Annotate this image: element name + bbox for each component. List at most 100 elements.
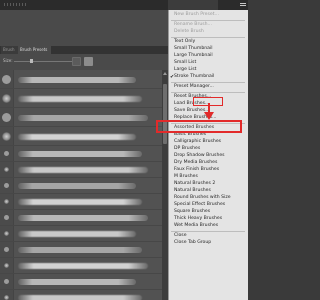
menu-item[interactable]: DP Brushes: [174, 146, 200, 152]
brush-tip-icon: [4, 167, 9, 172]
brush-preset-row[interactable]: [0, 162, 162, 178]
size-slider-thumb[interactable]: [30, 59, 33, 63]
menu-item[interactable]: Stroke Thumbnail: [174, 74, 214, 80]
load-brushes-highlight: [156, 120, 242, 133]
menu-item[interactable]: Natural Brushes: [174, 188, 211, 194]
menu-item[interactable]: Calligraphic Brushes: [174, 139, 221, 145]
brush-tip-icon: [2, 74, 11, 84]
menu-item[interactable]: Special Effect Brushes: [174, 202, 225, 208]
brush-preset-row[interactable]: [0, 210, 162, 226]
menu-separator: [171, 92, 245, 93]
brush-tip-thumbnail: [0, 146, 14, 161]
brush-stroke-preview: [18, 95, 142, 102]
menu-item[interactable]: Square Brushes: [174, 209, 210, 215]
tab-brush-presets[interactable]: Brush Presets: [18, 46, 51, 54]
menu-item[interactable]: Large List: [174, 67, 196, 73]
menu-separator: [171, 231, 245, 232]
menu-item[interactable]: Small List: [174, 60, 196, 66]
panel-title-bar[interactable]: [0, 0, 168, 10]
brush-preset-row[interactable]: [0, 70, 162, 89]
brush-stroke-preview: [18, 199, 142, 205]
brush-tip-thumbnail: [0, 258, 14, 273]
panel-tabs: Brush Brush Presets: [0, 46, 168, 54]
size-controls: Size:: [0, 54, 168, 70]
brush-tip-thumbnail: [0, 290, 14, 300]
brush-preset-row[interactable]: [0, 178, 162, 194]
menu-item[interactable]: Text Only: [174, 39, 195, 45]
brush-preset-row[interactable]: [0, 242, 162, 258]
new-brush-icon[interactable]: [72, 57, 81, 66]
brush-tip-icon: [4, 279, 9, 284]
brush-stroke-preview: [18, 263, 148, 269]
scroll-up-arrow-icon[interactable]: [163, 72, 167, 75]
brush-preset-row[interactable]: [0, 274, 162, 290]
brush-stroke-preview: [18, 76, 136, 83]
brush-stroke-preview: [18, 183, 136, 189]
brush-preset-row[interactable]: [0, 127, 162, 146]
brush-stroke-preview: [18, 167, 148, 173]
brush-tip-icon: [4, 247, 9, 252]
menu-item[interactable]: Natural Brushes 2: [174, 181, 215, 187]
brush-preset-row[interactable]: [0, 194, 162, 210]
brush-presets-panel: Brush Brush Presets Size:: [0, 0, 168, 300]
menu-item[interactable]: Dry Media Brushes: [174, 160, 217, 166]
brush-tip-icon: [4, 231, 9, 236]
menu-item[interactable]: M Brushes: [174, 174, 198, 180]
size-label: Size:: [3, 58, 13, 63]
brush-tip-icon: [2, 131, 11, 141]
size-slider[interactable]: [14, 61, 78, 62]
brush-preset-row[interactable]: [0, 146, 162, 162]
brush-stroke-preview: [18, 215, 148, 221]
arrow-down-icon: [204, 103, 214, 120]
folder-icon[interactable]: [84, 57, 93, 66]
brush-tip-icon: [4, 183, 9, 188]
panel-header-icons: [218, 0, 248, 10]
menu-item[interactable]: Faux Finish Brushes: [174, 167, 219, 173]
brush-stroke-preview: [18, 231, 136, 237]
scrollbar-thumb[interactable]: [163, 84, 167, 144]
brush-tip-thumbnail: [0, 226, 14, 241]
menu-item: Rename Brush...: [174, 22, 212, 27]
menu-item[interactable]: Close Tab Group: [174, 240, 211, 246]
menu-item[interactable]: Round Brushes with Size: [174, 195, 231, 201]
brush-tip-thumbnail: [0, 70, 14, 88]
menu-item[interactable]: Small Thumbnail: [174, 46, 213, 52]
brush-tip-thumbnail: [0, 127, 14, 145]
brush-tip-thumbnail: [0, 89, 14, 107]
brush-stroke-preview: [18, 133, 136, 140]
menu-item: Delete Brush: [174, 29, 204, 34]
brush-tip-thumbnail: [0, 274, 14, 289]
brush-stroke-preview: [18, 151, 142, 157]
brush-stroke-preview: [18, 279, 136, 285]
brush-preset-row[interactable]: [0, 108, 162, 127]
tab-brush[interactable]: Brush: [1, 46, 18, 54]
brush-preset-row[interactable]: [0, 89, 162, 108]
brush-tip-thumbnail: [0, 162, 14, 177]
brush-preset-row[interactable]: [0, 226, 162, 242]
brush-tip-thumbnail: [0, 108, 14, 126]
menu-item[interactable]: Large Thumbnail: [174, 53, 213, 59]
menu-item[interactable]: Wet Media Brushes: [174, 223, 218, 229]
brush-tip-thumbnail: [0, 194, 14, 209]
menu-separator: [171, 20, 245, 21]
brush-tip-thumbnail: [0, 178, 14, 193]
brush-stroke-preview: [18, 114, 148, 121]
brush-tip-icon: [4, 263, 9, 268]
menu-item: New Brush Preset...: [174, 12, 219, 17]
menu-item[interactable]: Thick Heavy Brushes: [174, 216, 222, 222]
menu-item[interactable]: Drop Shadow Brushes: [174, 153, 225, 159]
menu-separator: [171, 82, 245, 83]
brush-stroke-preview: [18, 295, 142, 300]
brush-tip-icon: [4, 215, 9, 220]
brush-preset-list[interactable]: [0, 70, 162, 300]
brush-preset-row[interactable]: [0, 290, 162, 300]
brush-preset-row[interactable]: [0, 258, 162, 274]
brush-panel-flyout-menu: New Brush Preset... Rename Brush... Delete…: [168, 10, 248, 300]
gripper-icon[interactable]: [4, 3, 28, 6]
menu-item[interactable]: Close: [174, 233, 187, 239]
panel-menu-icon[interactable]: [240, 3, 246, 4]
menu-item[interactable]: Preset Manager...: [174, 84, 214, 90]
photoshop-workspace: Brush Brush Presets Size: New Brush Pres…: [0, 0, 248, 300]
brush-tip-icon: [4, 295, 9, 300]
brush-tip-thumbnail: [0, 210, 14, 225]
